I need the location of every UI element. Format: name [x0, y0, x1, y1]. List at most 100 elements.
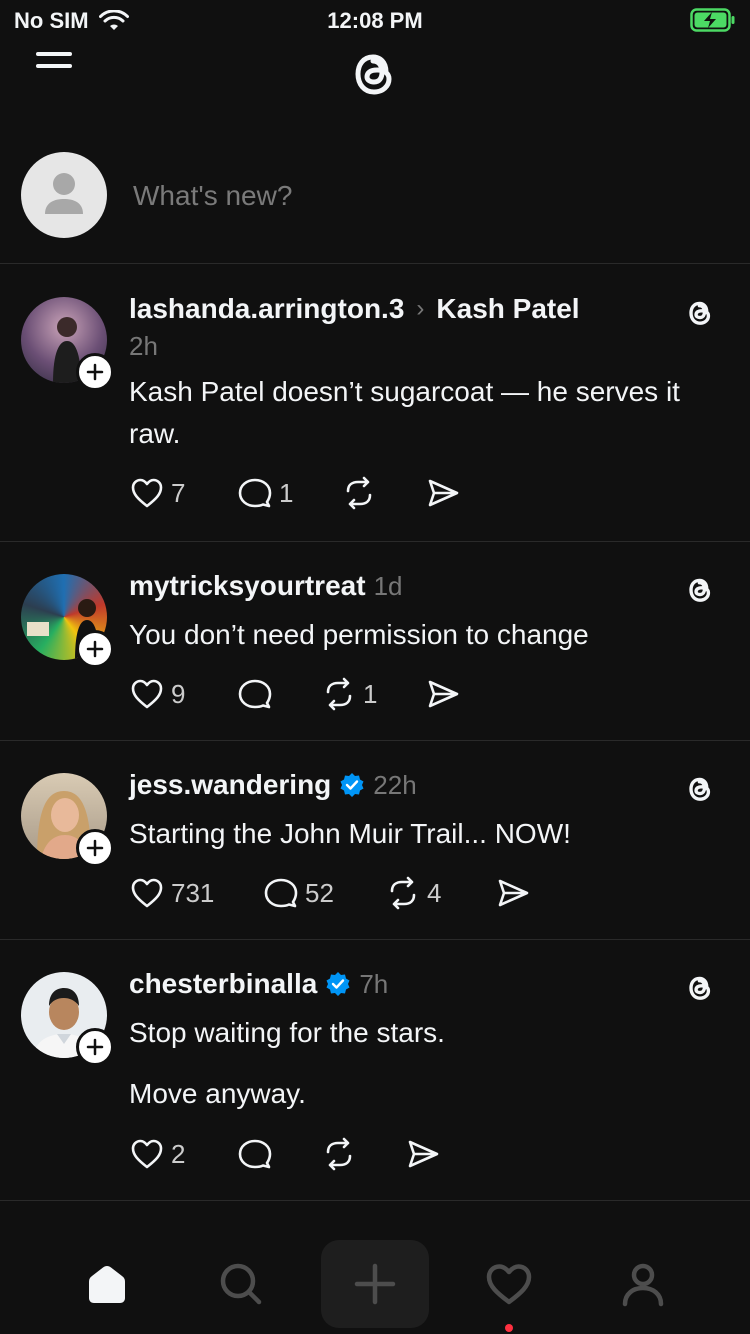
post-header: lashanda.arrington.3 › Kash Patel	[129, 293, 580, 325]
like-count: 2	[171, 1138, 186, 1169]
tab-home[interactable]	[53, 1240, 161, 1328]
share-button[interactable]	[425, 475, 461, 511]
post-time: 22h	[373, 769, 417, 800]
post-text: Starting the John Muir Trail... NOW!	[129, 818, 571, 849]
thread-post[interactable]: chesterbinalla 7h Stop waiting for the s…	[0, 940, 750, 1201]
follow-button[interactable]	[76, 353, 114, 391]
plus-icon	[86, 839, 104, 857]
post-header: jess.wandering 22h	[129, 769, 417, 801]
heart-icon	[131, 1139, 163, 1169]
search-icon	[220, 1263, 262, 1305]
follow-button[interactable]	[76, 829, 114, 867]
post-time: 1d	[373, 570, 403, 601]
post-time: 2h	[129, 331, 158, 361]
share-button[interactable]	[425, 676, 461, 712]
verified-badge-icon	[326, 972, 350, 996]
user-avatar[interactable]	[21, 152, 107, 238]
threads-icon[interactable]	[682, 970, 718, 1006]
default-avatar-icon	[45, 173, 83, 214]
send-icon	[428, 680, 459, 708]
threads-icon[interactable]	[682, 572, 718, 608]
app-header	[0, 40, 750, 110]
reply-to-username[interactable]: Kash Patel	[436, 293, 579, 325]
post-text: Kash Patel doesn’t sugarcoat — he serves…	[129, 376, 680, 449]
tab-new-thread[interactable]	[321, 1240, 429, 1328]
comment-icon	[238, 478, 272, 508]
share-button[interactable]	[495, 875, 531, 911]
comment-icon	[264, 878, 298, 908]
repost-count: 1	[363, 678, 378, 709]
like-count: 731	[171, 877, 215, 908]
bottom-tab-bar	[0, 1236, 750, 1334]
repost-button[interactable]: 1	[321, 676, 425, 712]
repost-icon	[390, 876, 416, 910]
plus-icon	[86, 363, 104, 381]
tab-search[interactable]	[187, 1240, 295, 1328]
like-button[interactable]: 2	[129, 1136, 237, 1172]
post-username[interactable]: lashanda.arrington.3	[129, 293, 404, 325]
clock: 12:08 PM	[327, 8, 423, 33]
heart-icon	[131, 679, 163, 709]
post-username[interactable]: chesterbinalla	[129, 968, 317, 1000]
menu-button[interactable]	[36, 52, 76, 86]
like-count: 9	[171, 678, 186, 709]
reply-button[interactable]	[237, 676, 321, 712]
new-thread-composer[interactable]: What's new?	[0, 140, 750, 264]
repost-icon	[326, 1137, 352, 1171]
post-text: You don’t need permission to change	[129, 619, 589, 650]
repost-icon	[326, 677, 352, 711]
post-actions: 9 1	[129, 676, 461, 712]
menu-icon	[36, 52, 72, 56]
post-time: 7h	[359, 968, 389, 999]
tab-profile[interactable]	[589, 1240, 697, 1328]
send-icon	[498, 879, 529, 907]
threads-icon[interactable]	[682, 771, 718, 807]
reply-button[interactable]: 52	[263, 875, 385, 911]
like-button[interactable]: 9	[129, 676, 237, 712]
repost-count: 4	[427, 877, 442, 908]
post-actions: 2	[129, 1136, 441, 1172]
post-actions: 7 1	[129, 475, 461, 511]
post-header: mytricksyourtreat 1d	[129, 570, 402, 602]
thread-post[interactable]: mytricksyourtreat 1d You don’t need perm…	[0, 542, 750, 741]
repost-button[interactable]: 4	[385, 875, 495, 911]
repost-icon	[346, 476, 372, 510]
heart-icon	[486, 1264, 532, 1305]
plus-icon	[86, 1038, 104, 1056]
home-icon	[89, 1266, 125, 1303]
plus-icon	[86, 640, 104, 658]
reply-count: 52	[305, 877, 334, 908]
like-count: 7	[171, 477, 186, 508]
like-button[interactable]: 7	[129, 475, 237, 511]
share-button[interactable]	[405, 1136, 441, 1172]
composer-placeholder[interactable]: What's new?	[133, 180, 292, 212]
post-username[interactable]: jess.wandering	[129, 769, 331, 801]
repost-button[interactable]	[321, 1136, 405, 1172]
thread-post[interactable]: jess.wandering 22h Starting the John Mui…	[0, 741, 750, 940]
threads-logo-icon[interactable]	[342, 42, 406, 106]
post-username[interactable]: mytricksyourtreat	[129, 570, 366, 602]
comment-icon	[238, 1139, 272, 1169]
post-text-line-2: Move anyway.	[129, 1078, 306, 1109]
post-text: Stop waiting for the stars.	[129, 1017, 445, 1048]
plus-icon	[354, 1263, 396, 1305]
thread-post[interactable]: lashanda.arrington.3 › Kash Patel 2h Kas…	[0, 265, 750, 542]
feed: lashanda.arrington.3 › Kash Patel 2h Kas…	[0, 265, 750, 1201]
profile-icon	[622, 1263, 664, 1307]
threads-icon[interactable]	[682, 295, 718, 331]
heart-icon	[131, 878, 163, 908]
follow-button[interactable]	[76, 1028, 114, 1066]
reply-button[interactable]: 1	[237, 475, 341, 511]
send-icon	[428, 479, 459, 507]
repost-button[interactable]	[341, 475, 425, 511]
post-actions: 731 52 4	[129, 875, 531, 911]
like-button[interactable]: 731	[129, 875, 263, 911]
notification-dot	[505, 1324, 513, 1332]
send-icon	[408, 1140, 439, 1168]
follow-button[interactable]	[76, 630, 114, 668]
status-bar: No SIM 12:08 PM	[0, 0, 750, 40]
tab-activity[interactable]	[455, 1240, 563, 1332]
reply-button[interactable]	[237, 1136, 321, 1172]
battery-charging-icon	[690, 8, 735, 32]
chevron-right-icon: ›	[416, 295, 425, 322]
